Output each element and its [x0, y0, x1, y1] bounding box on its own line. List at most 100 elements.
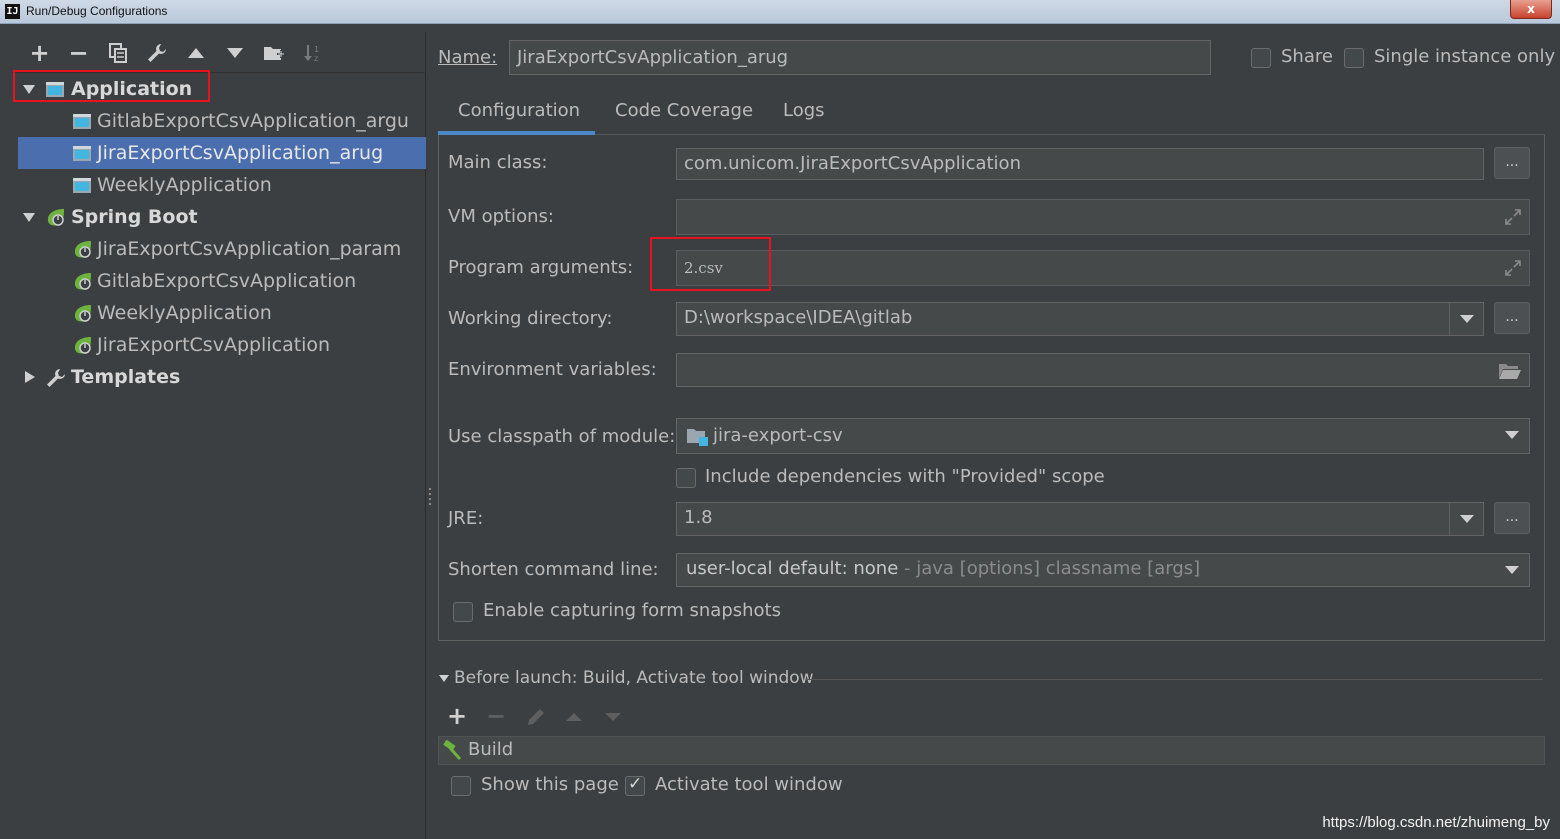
include-dependencies-checkbox[interactable]: [676, 468, 696, 488]
activate-tool-window-label[interactable]: Activate tool window: [655, 774, 843, 795]
move-task-down-icon[interactable]: [604, 712, 622, 722]
chevron-down-icon[interactable]: [1495, 419, 1529, 453]
remove-task-icon[interactable]: −: [486, 702, 506, 730]
hammer-icon: [443, 740, 462, 761]
sort-alpha-icon[interactable]: 1z: [293, 42, 332, 64]
expanded-arrow-icon[interactable]: [22, 210, 36, 224]
share-checkbox[interactable]: [1251, 48, 1271, 68]
window-title-bar: IJ Run/Debug Configurations x: [0, 0, 1560, 24]
tab-code-coverage[interactable]: Code Coverage: [615, 100, 753, 121]
before-launch-divider: [806, 679, 1543, 680]
move-task-up-icon[interactable]: [565, 712, 583, 722]
environment-variables-label: Environment variables:: [448, 359, 657, 380]
collapsed-arrow-icon[interactable]: [23, 370, 37, 384]
chevron-down-icon[interactable]: [1495, 554, 1529, 586]
name-label: Name:: [438, 47, 498, 68]
edit-task-icon[interactable]: [526, 707, 546, 727]
jre-value: 1.8: [684, 507, 713, 528]
activate-tool-window-checkbox[interactable]: [625, 774, 645, 796]
vm-options-input[interactable]: [676, 199, 1530, 235]
configurations-sidebar: + − 1z Application GitlabExportCsvApplic…: [6, 32, 426, 839]
svg-text:z: z: [314, 54, 318, 63]
before-launch-task-build[interactable]: Build: [438, 736, 1545, 765]
svg-text:1: 1: [314, 45, 319, 54]
collapse-arrow-icon[interactable]: [438, 674, 450, 684]
tree-item-jira-param[interactable]: JiraExportCsvApplication_param: [12, 233, 426, 265]
single-instance-checkbox[interactable]: [1344, 48, 1364, 68]
watermark: https://blog.csdn.net/zhuimeng_by: [1322, 814, 1550, 831]
tree-group-templates[interactable]: Templates: [12, 361, 426, 393]
name-input[interactable]: JiraExportCsvApplication_arug: [509, 40, 1211, 75]
tree-item-jira-arug[interactable]: JiraExportCsvApplication_arug: [18, 137, 426, 169]
wrench-icon[interactable]: [137, 42, 176, 64]
window-title: Run/Debug Configurations: [26, 4, 168, 18]
chevron-down-icon[interactable]: [1449, 503, 1483, 535]
add-icon[interactable]: +: [20, 39, 59, 67]
wrench-icon: [47, 369, 65, 387]
main-class-input[interactable]: com.unicom.JiraExportCsvApplication: [676, 148, 1484, 180]
panel-splitter[interactable]: [428, 488, 432, 512]
spring-boot-icon: [47, 209, 64, 226]
highlight-box-program-arguments: [650, 237, 771, 291]
spring-boot-icon: [74, 241, 91, 258]
spring-boot-icon: [74, 273, 91, 290]
tree-group-label: Spring Boot: [71, 206, 198, 228]
tab-configuration[interactable]: Configuration: [458, 100, 580, 121]
tree-item-gitlab-argu[interactable]: GitlabExportCsvApplication_argu: [12, 105, 426, 137]
add-task-icon[interactable]: +: [447, 702, 467, 730]
move-up-icon[interactable]: [176, 42, 215, 64]
jre-combo[interactable]: 1.8: [676, 502, 1484, 536]
capture-snapshots-label[interactable]: Enable capturing form snapshots: [483, 600, 781, 621]
chevron-down-icon[interactable]: [1449, 303, 1483, 335]
spring-boot-icon: [74, 305, 91, 322]
share-label[interactable]: Share: [1281, 46, 1333, 67]
tree-item-label: WeeklyApplication: [97, 174, 272, 196]
classpath-module-combo[interactable]: jira-export-csv: [676, 418, 1530, 454]
folder-icon[interactable]: [1498, 361, 1522, 381]
expand-icon[interactable]: [1503, 207, 1523, 227]
show-this-page-checkbox[interactable]: [451, 776, 471, 796]
tree-item-label: JiraExportCsvApplication_arug: [97, 142, 384, 164]
tab-logs[interactable]: Logs: [783, 100, 825, 121]
copy-icon[interactable]: [98, 42, 137, 64]
tree-item-weekly[interactable]: WeeklyApplication: [12, 169, 426, 201]
tree-item-label: GitlabExportCsvApplication: [97, 270, 357, 292]
capture-snapshots-checkbox[interactable]: [453, 602, 473, 622]
shorten-command-line-combo[interactable]: user-local default: none - java [options…: [676, 553, 1530, 587]
program-arguments-input[interactable]: 2.csv: [676, 250, 1530, 286]
working-directory-browse-button[interactable]: ...: [1494, 302, 1530, 334]
tree-item-label: JiraExportCsvApplication: [97, 334, 331, 356]
jre-browse-button[interactable]: ...: [1494, 502, 1530, 534]
tree-group-spring-boot[interactable]: Spring Boot: [12, 201, 426, 233]
include-dependencies-label[interactable]: Include dependencies with "Provided" sco…: [705, 466, 1105, 487]
remove-icon[interactable]: −: [59, 39, 98, 67]
classpath-module-label: Use classpath of module:: [448, 426, 676, 447]
program-arguments-label: Program arguments:: [448, 257, 634, 278]
shorten-command-line-hint: - java [options] classname [args]: [898, 558, 1201, 579]
tree-item-gitlab[interactable]: GitlabExportCsvApplication: [12, 265, 426, 297]
highlight-box-application: [13, 70, 210, 102]
jre-label: JRE:: [448, 508, 484, 529]
window-close-button[interactable]: x: [1510, 0, 1552, 19]
single-instance-label[interactable]: Single instance only: [1374, 46, 1555, 67]
working-directory-combo[interactable]: D:\workspace\IDEA\gitlab: [676, 302, 1484, 336]
shorten-command-line-value: user-local default: none: [686, 558, 899, 579]
show-this-page-label[interactable]: Show this page: [481, 774, 619, 795]
tree-item-label: GitlabExportCsvApplication_argu: [97, 110, 409, 132]
main-class-browse-button[interactable]: ...: [1494, 147, 1530, 179]
sidebar-toolbar: + − 1z: [20, 39, 332, 67]
main-class-label: Main class:: [448, 152, 548, 173]
working-directory-label: Working directory:: [448, 308, 613, 329]
spring-boot-icon: [74, 337, 91, 354]
configurations-tree: Application GitlabExportCsvApplication_a…: [12, 72, 426, 832]
classpath-module-value: jira-export-csv: [713, 425, 843, 446]
move-down-icon[interactable]: [215, 42, 254, 64]
environment-variables-input[interactable]: [676, 353, 1530, 387]
tree-item-jira[interactable]: JiraExportCsvApplication: [12, 329, 426, 361]
intellij-app-icon: IJ: [5, 4, 20, 19]
expand-icon[interactable]: [1503, 258, 1523, 278]
module-folder-icon: [687, 429, 708, 446]
before-launch-title[interactable]: Before launch: Build, Activate tool wind…: [454, 668, 814, 688]
new-folder-icon[interactable]: [254, 42, 293, 64]
tree-item-weekly-spring[interactable]: WeeklyApplication: [12, 297, 426, 329]
